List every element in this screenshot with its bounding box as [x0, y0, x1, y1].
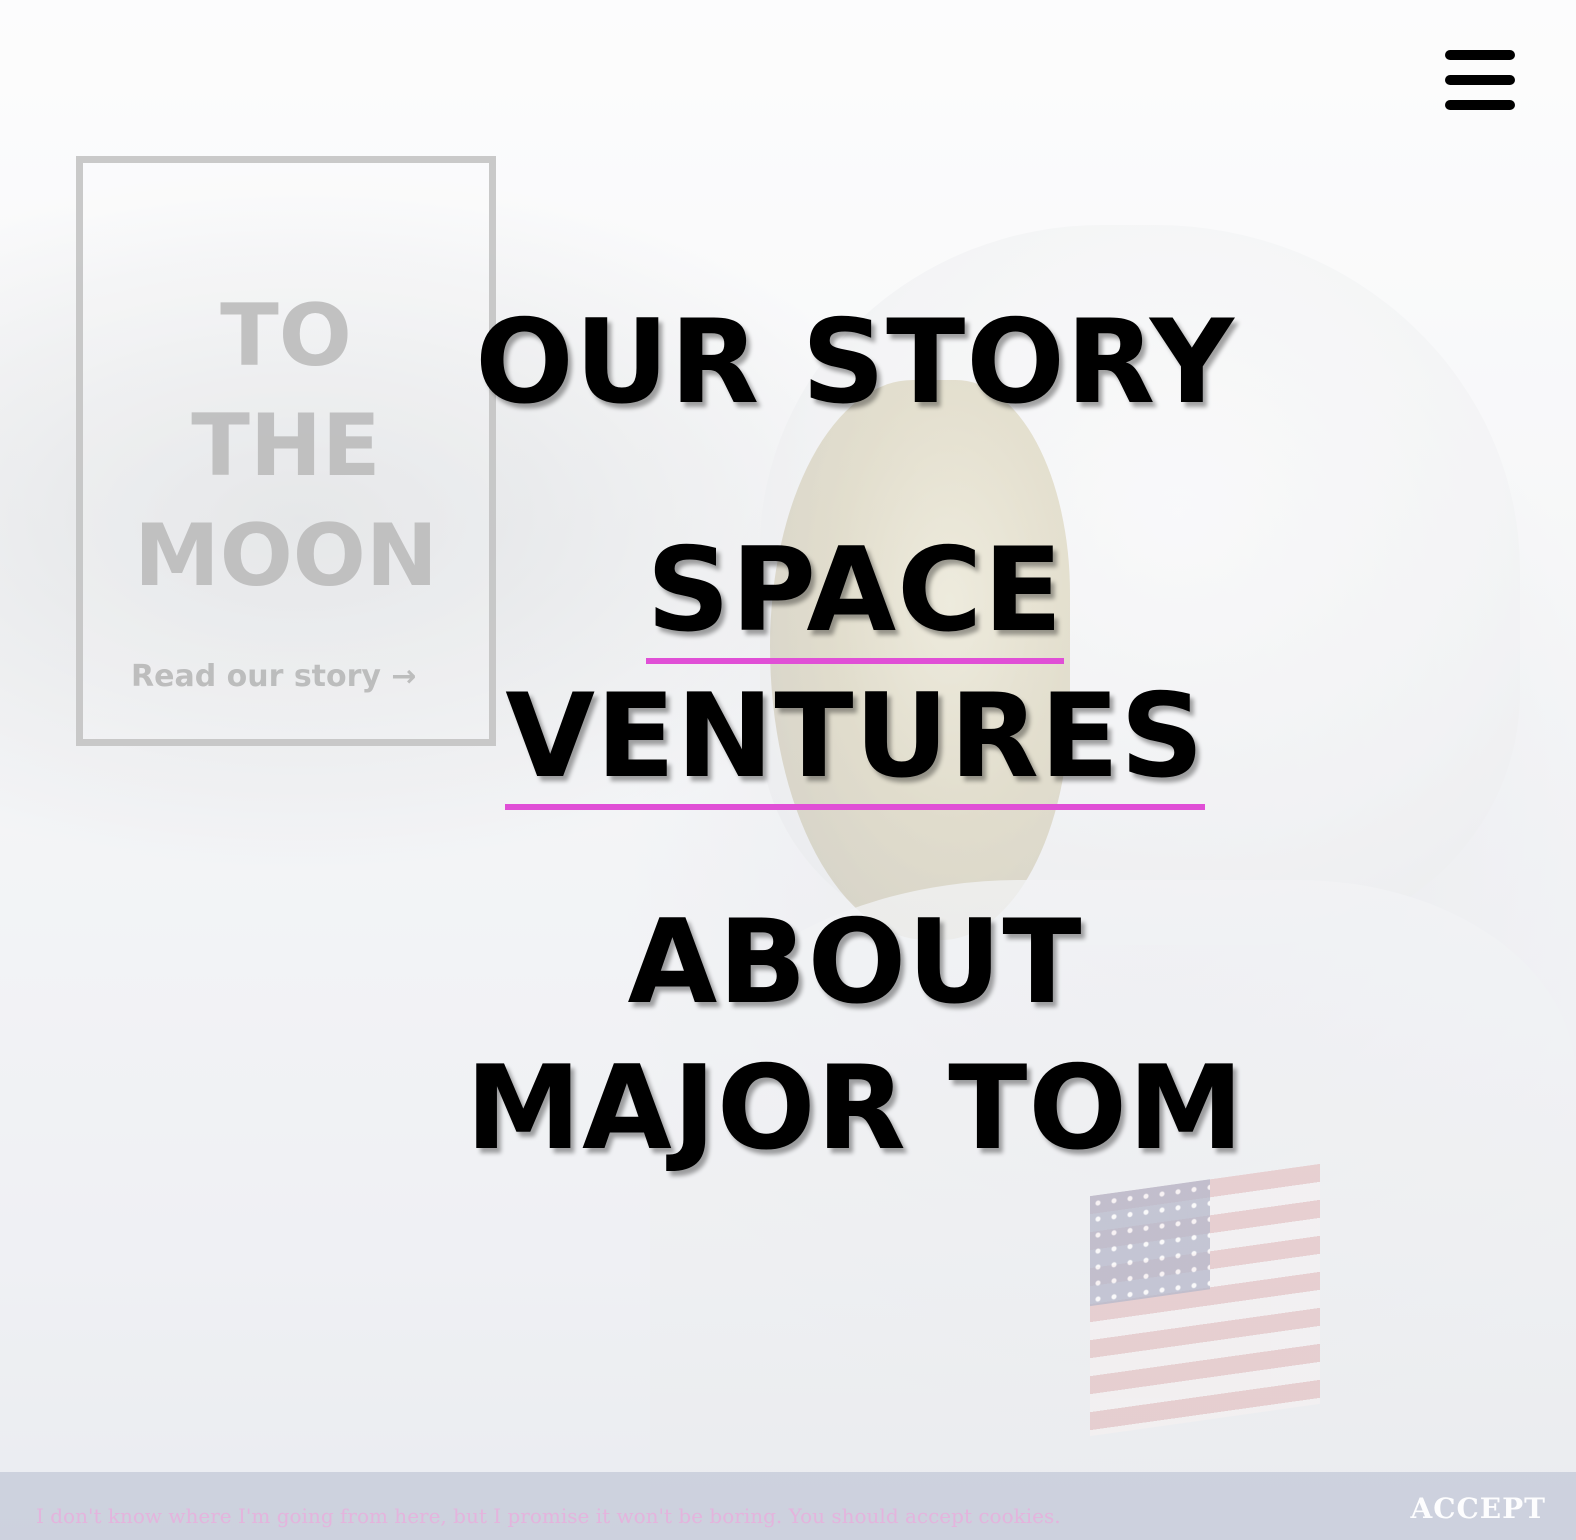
menu-item-label: OUR STORY [475, 295, 1235, 430]
logo-line: MOON [134, 506, 438, 606]
menu-item-about-major-tom[interactable]: ABOUT MAJOR TOM [440, 890, 1270, 1182]
read-our-story-link[interactable]: Read our story → [131, 659, 417, 694]
menu-item-space-ventures[interactable]: SPACE VENTURES [440, 518, 1270, 810]
hamburger-menu-icon[interactable] [1445, 50, 1515, 112]
accept-cookies-button[interactable]: ACCEPT [1410, 1492, 1546, 1525]
logo-card[interactable]: TO THE MOON Read our story → [76, 156, 496, 746]
logo-title: TO THE MOON [83, 281, 489, 611]
logo-line: THE [191, 396, 381, 496]
hamburger-bar [1445, 100, 1515, 110]
logo-line: TO [220, 286, 352, 386]
menu-item-label: ABOUT [627, 895, 1083, 1030]
hamburger-bar [1445, 75, 1515, 85]
menu-item-our-story[interactable]: OUR STORY [440, 290, 1270, 436]
cookie-message: I don't know where I'm going from here, … [36, 1504, 1061, 1528]
main-menu: OUR STORY SPACE VENTURES ABOUT MAJOR TOM [440, 290, 1270, 1182]
menu-item-label: SPACE [646, 523, 1064, 664]
cookie-banner: I don't know where I'm going from here, … [0, 1472, 1576, 1540]
hamburger-bar [1445, 50, 1515, 60]
menu-item-label: MAJOR TOM [465, 1041, 1245, 1176]
menu-item-label: VENTURES [505, 669, 1205, 810]
